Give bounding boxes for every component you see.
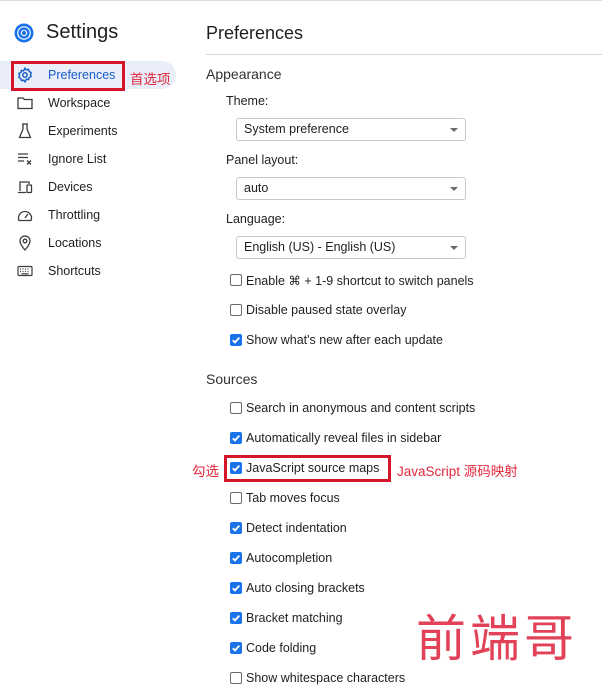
flask-icon	[16, 122, 34, 140]
section-title-appearance: Appearance	[206, 66, 282, 82]
chevron-down-icon	[450, 128, 458, 132]
sidebar-item-workspace[interactable]: Workspace	[0, 89, 190, 117]
title-divider	[206, 54, 602, 55]
sidebar-item-label: Preferences	[48, 68, 116, 82]
checkbox-unchecked[interactable]	[230, 304, 242, 316]
panel-layout-select[interactable]: auto	[236, 177, 466, 200]
devices-icon	[16, 178, 34, 196]
sidebar-item-label: Throttling	[48, 208, 101, 222]
sidebar-item-throttling[interactable]: Throttling	[0, 201, 190, 229]
sources-checkbox-row[interactable]: JavaScript source maps	[230, 460, 379, 476]
speedometer-icon	[16, 206, 34, 224]
sources-checkbox-row[interactable]: Automatically reveal files in sidebar	[230, 430, 441, 446]
panel-layout-select-value: auto	[244, 181, 269, 195]
appearance-checkbox-row[interactable]: Disable paused state overlay	[230, 302, 407, 318]
sources-checkbox-row[interactable]: Detect indentation	[230, 520, 347, 536]
checkbox-checked[interactable]	[230, 462, 242, 474]
checkmark-icon	[232, 644, 240, 652]
source-maps-annotation: JavaScript 源码映射	[397, 464, 518, 479]
sidebar-header: Settings	[14, 21, 118, 44]
panel-layout-label: Panel layout:	[226, 153, 299, 167]
appearance-checkbox-row[interactable]: Show what's new after each update	[230, 332, 443, 348]
sources-checkbox-row[interactable]: Code folding	[230, 640, 316, 656]
checkbox-label: Autocompletion	[246, 551, 333, 565]
checkbox-checked[interactable]	[230, 582, 242, 594]
sources-checkbox-row[interactable]: Autocompletion	[230, 550, 332, 566]
sidebar-item-label: Shortcuts	[48, 264, 101, 278]
sidebar-item-locations[interactable]: Locations	[0, 229, 190, 257]
sources-checkbox-row[interactable]: Search in anonymous and content scripts	[230, 400, 475, 416]
checkmark-icon	[232, 584, 240, 592]
theme-select-value: System preference	[244, 122, 349, 136]
checkbox-unchecked[interactable]	[230, 402, 242, 414]
checkbox-label: Automatically reveal files in sidebar	[246, 431, 442, 445]
watermark: 前端哥	[416, 610, 578, 668]
sources-checkbox-row[interactable]: Bracket matching	[230, 610, 343, 626]
sidebar-item-label: Locations	[48, 236, 102, 250]
checkbox-label: Auto closing brackets	[246, 581, 365, 595]
checkbox-checked[interactable]	[230, 522, 242, 534]
sidebar-item-label: Devices	[48, 180, 93, 194]
sidebar-item-experiments[interactable]: Experiments	[0, 117, 190, 145]
check-annotation: 勾选	[192, 464, 219, 479]
checkbox-label: Bracket matching	[246, 611, 343, 625]
checkbox-label: JavaScript source maps	[246, 461, 380, 475]
sidebar-item-shortcuts[interactable]: Shortcuts	[0, 257, 190, 285]
checkbox-label: Code folding	[246, 641, 317, 655]
checkbox-checked[interactable]	[230, 642, 242, 654]
checkmark-icon	[232, 464, 240, 472]
appearance-checkbox-row[interactable]: Enable ⌘ + 1-9 shortcut to switch panels	[230, 272, 474, 288]
chevron-down-icon	[450, 187, 458, 191]
checkbox-label: Search in anonymous and content scripts	[246, 401, 476, 415]
gear-icon	[16, 66, 34, 84]
checkmark-icon	[232, 434, 240, 442]
checkbox-unchecked[interactable]	[230, 492, 242, 504]
preferences-annotation: 首选项	[130, 72, 171, 87]
checkbox-label: Enable ⌘ + 1-9 shortcut to switch panels	[246, 273, 474, 288]
sidebar-title: Settings	[46, 21, 119, 43]
checkmark-icon	[232, 554, 240, 562]
checkmark-icon	[232, 524, 240, 532]
sidebar-item-ignore-list[interactable]: Ignore List	[0, 145, 190, 173]
checkbox-checked[interactable]	[230, 432, 242, 444]
checkbox-label: Show what's new after each update	[246, 333, 443, 347]
checkbox-unchecked[interactable]	[230, 672, 242, 684]
theme-select[interactable]: System preference	[236, 118, 466, 141]
sidebar-item-label: Ignore List	[48, 152, 107, 166]
location-pin-icon	[16, 234, 34, 252]
theme-label: Theme:	[226, 94, 269, 108]
sources-checkbox-row[interactable]: Tab moves focus	[230, 490, 340, 506]
settings-sidebar: Settings Preferences Workspace Experimen…	[0, 1, 190, 673]
language-select[interactable]: English (US) - English (US)	[236, 236, 466, 259]
sidebar-item-label: Workspace	[48, 96, 111, 110]
sources-checkbox-row[interactable]: Auto closing brackets	[230, 580, 365, 596]
checkbox-label: Show whitespace characters	[246, 671, 406, 685]
page-title: Preferences	[206, 23, 304, 43]
checkbox-label: Disable paused state overlay	[246, 303, 407, 317]
checkbox-label: Tab moves focus	[246, 491, 340, 505]
preferences-panel: Preferences Appearance Theme: System pre…	[190, 1, 602, 685]
section-title-sources: Sources	[206, 371, 258, 387]
sources-checkbox-row[interactable]: Show whitespace characters	[230, 670, 405, 686]
sidebar-item-label: Experiments	[48, 124, 118, 138]
checkbox-unchecked[interactable]	[230, 274, 242, 286]
checkbox-checked[interactable]	[230, 612, 242, 624]
checkbox-checked[interactable]	[230, 552, 242, 564]
chevron-down-icon	[450, 246, 458, 250]
checkmark-icon	[232, 614, 240, 622]
language-label: Language:	[226, 212, 286, 226]
checkmark-icon	[232, 336, 240, 344]
keyboard-icon	[16, 262, 34, 280]
sidebar-item-devices[interactable]: Devices	[0, 173, 190, 201]
settings-nav: Preferences Workspace Experiments Ignore…	[0, 61, 190, 285]
checkbox-checked[interactable]	[230, 334, 242, 346]
checkbox-label: Detect indentation	[246, 521, 347, 535]
folder-icon	[16, 94, 34, 112]
devtools-logo-icon	[14, 23, 34, 42]
ignore-list-icon	[16, 150, 34, 168]
language-select-value: English (US) - English (US)	[244, 240, 396, 254]
